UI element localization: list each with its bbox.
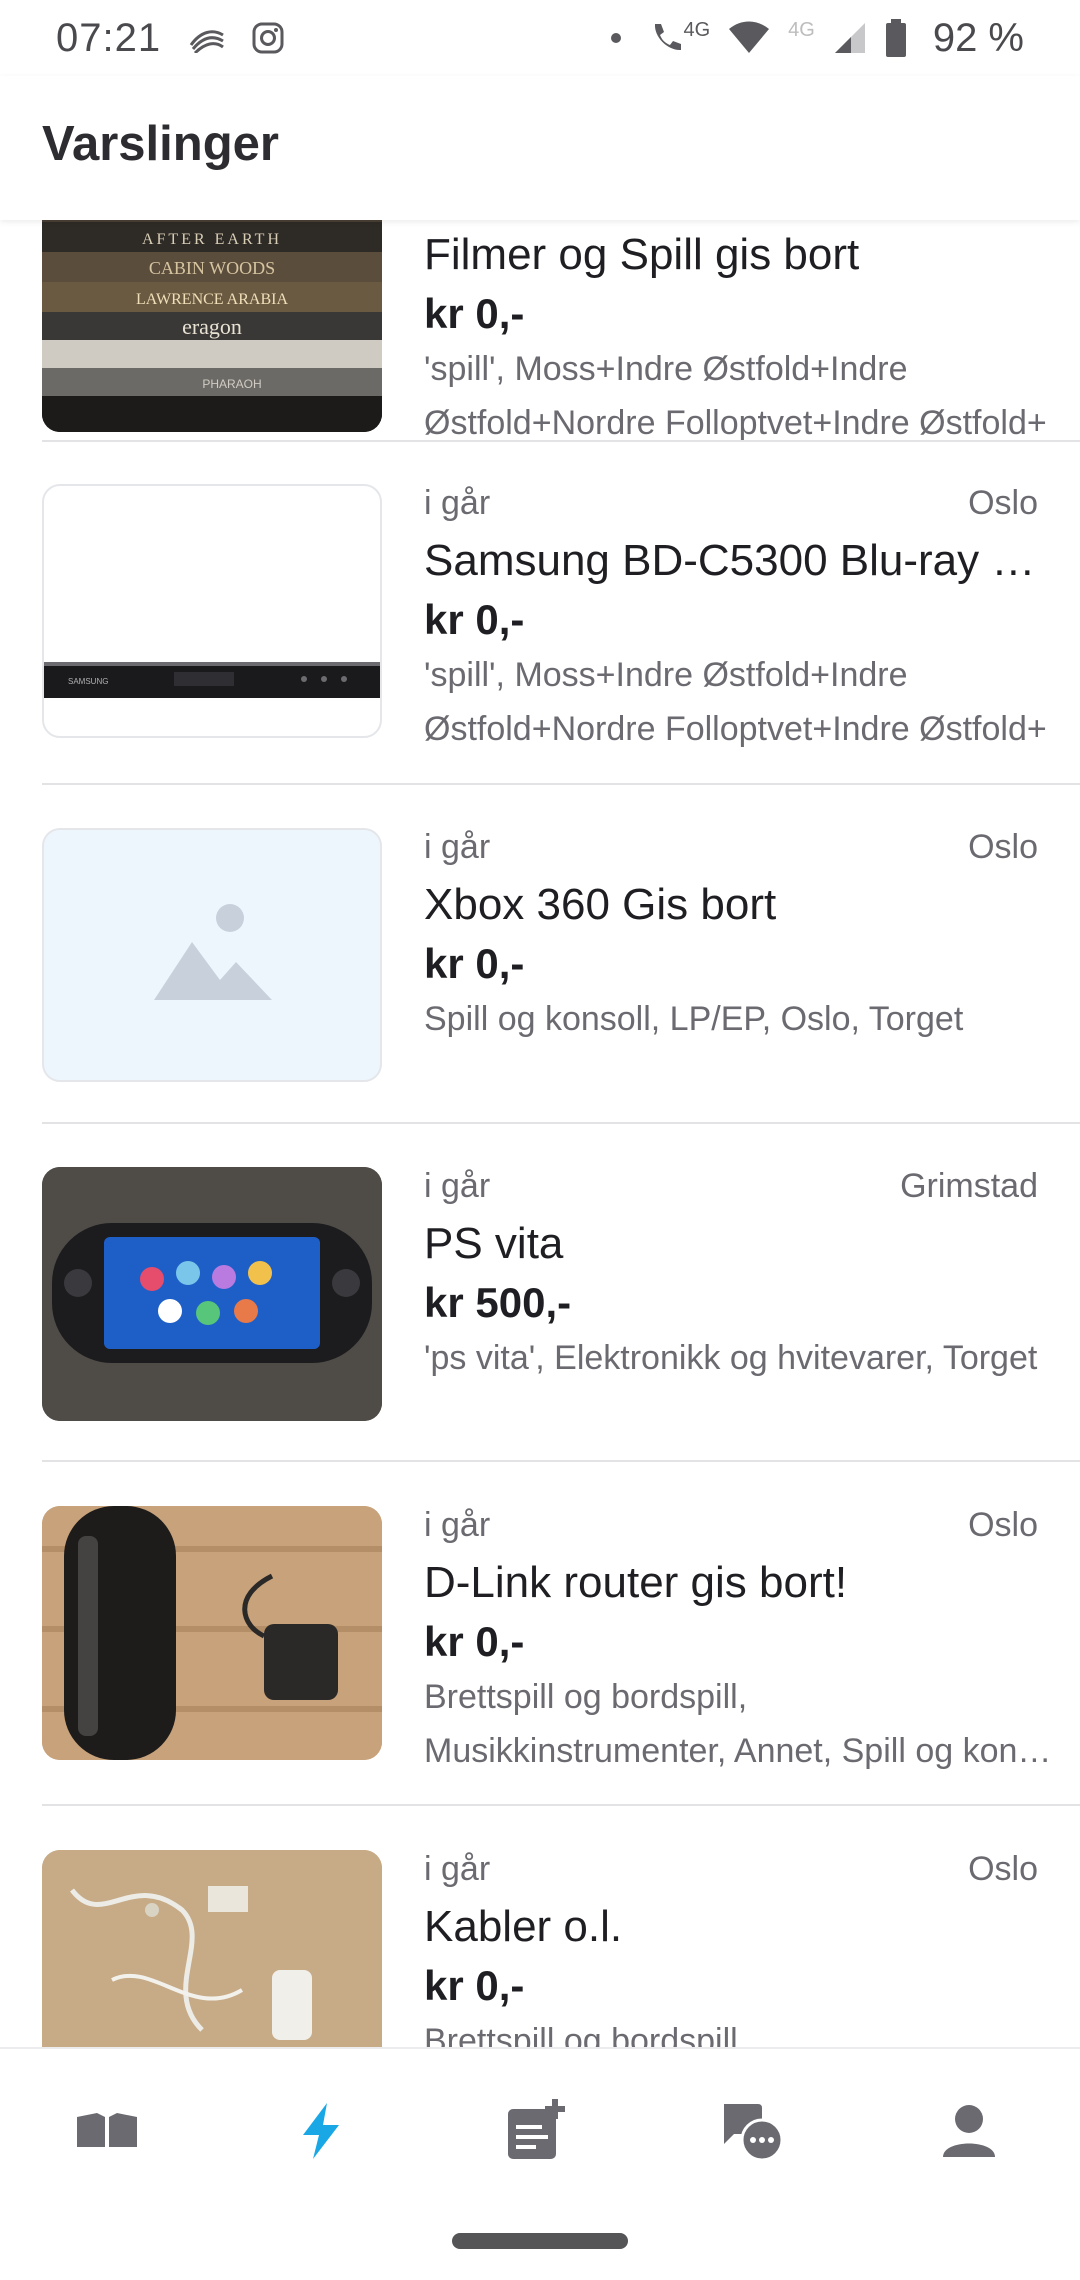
battery-percentage: 92 % <box>932 15 1024 60</box>
divider <box>42 1460 1080 1462</box>
divider <box>42 440 1080 442</box>
listing-time: i går <box>424 1506 491 1544</box>
listing-title: PS vita <box>424 1219 564 1268</box>
battery-icon <box>885 19 906 57</box>
dot-icon <box>611 33 622 43</box>
bottom-navigation <box>0 2047 1080 2280</box>
status-time: 07:21 <box>56 15 162 60</box>
listing-title: D-Link router gis bort! <box>424 1558 848 1607</box>
wifi-icon <box>729 21 770 53</box>
listing-categories: 'ps vita', Elektronikk og hvitevarer, To… <box>424 1331 1064 1385</box>
listing-time: i går <box>424 484 491 522</box>
listing-image-psvita <box>42 1167 382 1421</box>
listing-price: kr 0,- <box>424 596 525 643</box>
listing-categories: 'spill', Moss+Indre Østfold+Indre Østfol… <box>424 342 1064 450</box>
divider <box>42 1122 1080 1124</box>
dvd-spine-6: PHARAOH <box>202 377 261 391</box>
listing-categories-line-1: Spill og konsoll, LP/EP, Oslo, Torget <box>424 1000 964 1038</box>
listing-categories-line-1: 'ps vita', Elektronikk og hvitevarer, To… <box>424 1339 1038 1377</box>
divider <box>42 783 1080 785</box>
listing-location: Oslo <box>968 828 1038 866</box>
listing-price: kr 0,- <box>424 1962 525 2009</box>
dvd-spine-2: CABIN WOODS <box>149 258 275 278</box>
dvd-spine-3: LAWRENCE ARABIA <box>136 291 288 308</box>
swiftkey-icon <box>189 30 225 53</box>
device-brand-label: SAMSUNG <box>68 677 108 686</box>
listing-categories-line-1: Brettspill og bordspill, <box>424 2022 748 2047</box>
network-4g-label: 4G <box>683 18 711 41</box>
app-header: Varslinger <box>0 76 1080 220</box>
listing-categories-line-2: Musikkinstrumenter, Annet, Spill og kons… <box>424 1732 1064 1770</box>
listing-info: i går Oslo Xbox 360 Gis bort kr 0,- Spil… <box>424 828 1038 1046</box>
page-title: Varslinger <box>42 117 279 171</box>
image-placeholder-icon <box>154 904 272 1000</box>
listing-image-placeholder <box>42 828 382 1082</box>
listing-location: Oslo <box>968 1506 1038 1544</box>
listing-image-router <box>42 1506 382 1760</box>
nav-new-ad[interactable] <box>496 2091 576 2171</box>
messages-icon <box>724 2104 784 2162</box>
new-ad-icon <box>508 2099 565 2159</box>
listing-categories-line-1: 'spill', Moss+Indre Østfold+Indre <box>424 656 908 694</box>
notifications-icon <box>303 2103 339 2159</box>
listing-categories: 'spill', Moss+Indre Østfold+Indre Østfol… <box>424 648 1064 756</box>
listing-price: kr 0,- <box>424 940 525 987</box>
listing-image-bluray: SAMSUNG <box>42 484 382 738</box>
listing-location: Oslo <box>968 1850 1038 1888</box>
listing-categories: Brettspill og bordspill, Musikkinstrumen… <box>424 1670 1064 1778</box>
listing-time: i går <box>424 1167 491 1205</box>
nav-market[interactable] <box>67 2091 147 2171</box>
listing-price: kr 0,- <box>424 290 525 337</box>
listing-info: Filmer og Spill gis bort kr 0,- 'spill',… <box>424 220 1047 450</box>
notification-feed[interactable]: AFTER EARTH CABIN WOODS LAWRENCE ARABIA … <box>0 220 1080 2047</box>
listing-info: i går Oslo D-Link router gis bort! kr 0,… <box>424 1506 1064 1778</box>
divider <box>42 1804 1080 1806</box>
nav-profile[interactable] <box>929 2091 1009 2171</box>
listing-info: i går Oslo Samsung BD-C5300 Blu-ray spil… <box>424 484 1047 756</box>
network-4g-secondary-label: 4G <box>788 18 815 41</box>
listing-time: i går <box>424 828 491 866</box>
list-item[interactable]: i går Oslo D-Link router gis bort! kr 0,… <box>42 1506 1080 1770</box>
signal-icon <box>834 23 865 53</box>
nav-notifications[interactable] <box>281 2091 361 2171</box>
listing-image-dvds: AFTER EARTH CABIN WOODS LAWRENCE ARABIA … <box>42 220 382 432</box>
dvd-spine-4: eragon <box>182 314 242 339</box>
listing-categories-line-2: Østfold+Nordre Folloptvet+Indre Østfold+ <box>424 710 1047 748</box>
list-item[interactable]: i går Grimstad PS vita kr 500,- 'ps vita… <box>42 1167 1080 1421</box>
listing-info: i går Oslo Kabler o.l. kr 0,- Brettspill… <box>424 1850 1038 2047</box>
listing-title: Samsung BD-C5300 Blu-ray spiller <box>424 536 1038 585</box>
listing-title: Filmer og Spill gis bort <box>424 230 860 279</box>
dvd-spine-1: AFTER EARTH <box>142 231 282 248</box>
listing-title: Xbox 360 Gis bort <box>424 880 777 929</box>
listing-categories: Spill og konsoll, LP/EP, Oslo, Torget <box>424 992 1064 1046</box>
listing-info: i går Grimstad PS vita kr 500,- 'ps vita… <box>424 1167 1038 1385</box>
list-item[interactable]: SAMSUNG i går Oslo Samsung BD-C5300 Blu-… <box>42 484 1080 748</box>
list-item[interactable]: i går Oslo Xbox 360 Gis bort kr 0,- Spil… <box>42 828 1080 1082</box>
listing-price: kr 0,- <box>424 1618 525 1665</box>
profile-icon <box>943 2105 995 2157</box>
listing-categories-line-1: Brettspill og bordspill, <box>424 1678 748 1716</box>
market-icon <box>77 2113 137 2147</box>
nav-messages[interactable] <box>713 2091 793 2171</box>
listing-price: kr 500,- <box>424 1279 572 1326</box>
listing-title: Kabler o.l. <box>424 1902 623 1951</box>
listing-image-cables <box>42 1850 382 2047</box>
listing-categories: Brettspill og bordspill, <box>424 2014 1064 2047</box>
listing-location: Grimstad <box>900 1167 1038 1205</box>
listing-categories-line-1: 'spill', Moss+Indre Østfold+Indre <box>424 350 908 388</box>
instagram-icon <box>252 22 284 54</box>
list-item[interactable]: i går Oslo Kabler o.l. kr 0,- Brettspill… <box>42 1850 1080 2047</box>
home-indicator[interactable] <box>452 2233 628 2249</box>
listing-time: i går <box>424 1850 491 1888</box>
listing-location: Oslo <box>968 484 1038 522</box>
list-item[interactable]: AFTER EARTH CABIN WOODS LAWRENCE ARABIA … <box>42 220 1080 442</box>
status-bar: 07:21 4G 4G 92 % <box>0 0 1080 76</box>
